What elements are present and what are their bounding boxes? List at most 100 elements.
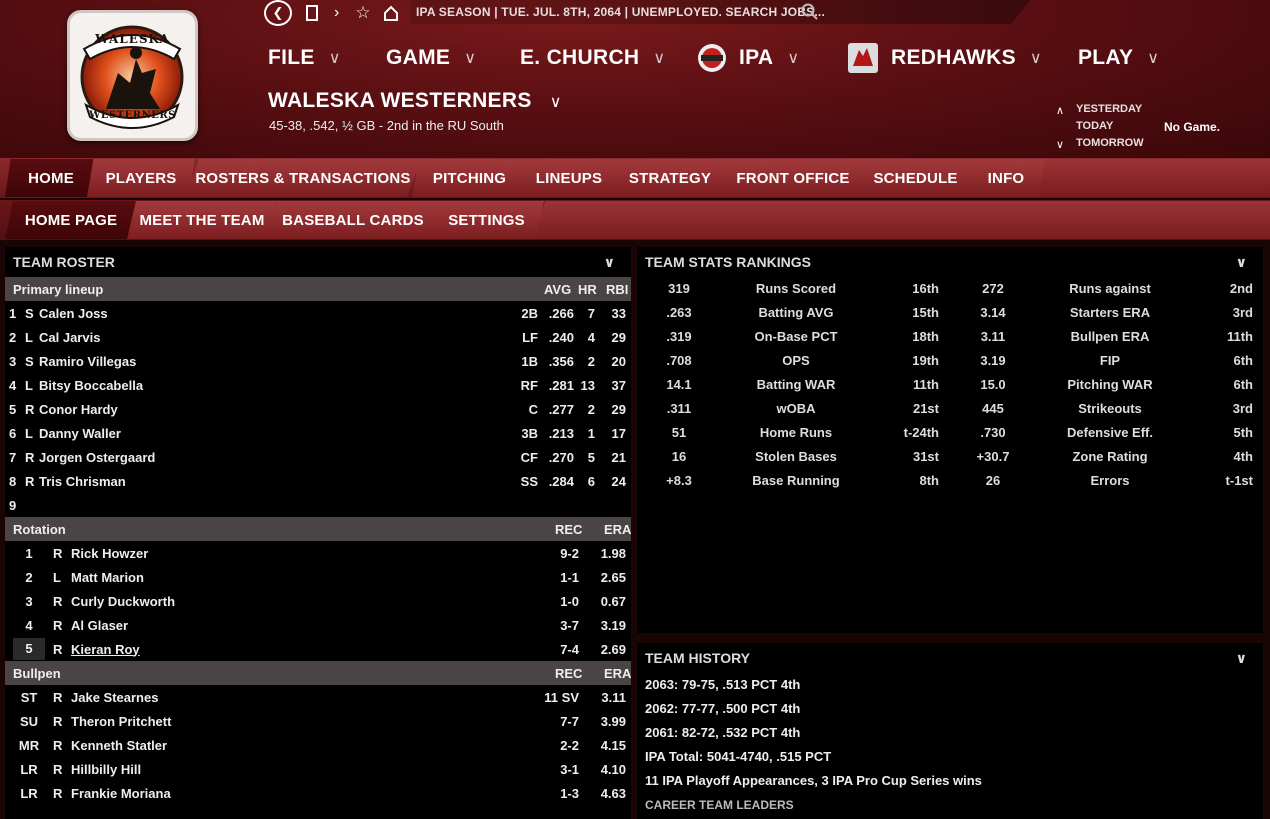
- pitching-stat-label[interactable]: Strikeouts: [1041, 401, 1179, 416]
- pitcher-name[interactable]: Kenneth Statler: [71, 738, 167, 753]
- offense-stat-label[interactable]: wOBA: [741, 401, 851, 416]
- team-title[interactable]: WALESKA WESTERNERS ∨: [268, 89, 562, 113]
- subtab-baseball-cards[interactable]: BASEBALL CARDS: [267, 201, 439, 239]
- pitching-stat-label[interactable]: Starters ERA: [1041, 305, 1179, 320]
- search-icon[interactable]: [801, 3, 819, 26]
- bullpen-row[interactable]: MR R Kenneth Statler 2-2 4.15: [5, 733, 631, 757]
- tab-rosters-transactions[interactable]: ROSTERS & TRANSACTIONS: [185, 159, 421, 197]
- pitcher-name[interactable]: Rick Howzer: [71, 546, 148, 561]
- tab-home[interactable]: HOME: [5, 159, 97, 197]
- bullpen-row[interactable]: LR R Hillbilly Hill 3-1 4.10: [5, 757, 631, 781]
- menu-redhawks[interactable]: REDHAWKS ∨: [847, 43, 1042, 73]
- pitcher-name[interactable]: Theron Pritchett: [71, 714, 171, 729]
- status-text[interactable]: IPA SEASON | TUE. JUL. 8TH, 2064 | UNEMP…: [416, 5, 825, 19]
- rotation-row[interactable]: 5 R Kieran Roy 7-4 2.69: [5, 637, 631, 661]
- rec-column-header[interactable]: REC: [555, 666, 582, 681]
- rotation-row[interactable]: 3 R Curly Duckworth 1-0 0.67: [5, 589, 631, 613]
- pitcher-name[interactable]: Kieran Roy: [71, 642, 140, 657]
- tab-players[interactable]: PLAYERS: [87, 159, 195, 197]
- player-name[interactable]: Cal Jarvis: [39, 330, 100, 345]
- rbi-column-header[interactable]: RBI: [606, 282, 628, 297]
- era-column-header[interactable]: ERA: [604, 522, 631, 537]
- pitcher-era: 3.19: [600, 617, 626, 633]
- offense-stat-label[interactable]: Batting AVG: [741, 305, 851, 320]
- lineup-row[interactable]: 7 R Jorgen Ostergaard CF .270 5 21: [5, 445, 631, 469]
- home-icon[interactable]: [383, 5, 399, 21]
- pitching-stat-label[interactable]: Zone Rating: [1041, 449, 1179, 464]
- pitching-stat-label[interactable]: Runs against: [1041, 281, 1179, 296]
- lineup-row[interactable]: 6 L Danny Waller 3B .213 1 17: [5, 421, 631, 445]
- pitcher-name[interactable]: Jake Stearnes: [71, 690, 158, 705]
- chevron-down-icon[interactable]: ∨: [604, 254, 615, 271]
- offense-stat-label[interactable]: On-Base PCT: [741, 329, 851, 344]
- chevron-up-icon[interactable]: ∧: [1056, 104, 1064, 117]
- menu-church[interactable]: E. CHURCH ∨: [520, 44, 665, 72]
- tab-pitching[interactable]: PITCHING: [412, 159, 527, 197]
- player-name[interactable]: Jorgen Ostergaard: [39, 450, 155, 465]
- tab-lineups[interactable]: LINEUPS: [517, 159, 621, 197]
- pitching-stat-label[interactable]: Errors: [1041, 473, 1179, 488]
- career-leaders-label[interactable]: CAREER TEAM LEADERS: [637, 793, 1263, 817]
- menu-ipa[interactable]: IPA ∨: [697, 44, 799, 72]
- lineup-row[interactable]: 9: [5, 493, 631, 517]
- avg-column-header[interactable]: AVG: [544, 282, 571, 297]
- rec-column-header[interactable]: REC: [555, 522, 582, 537]
- tomorrow-link[interactable]: TOMORROW: [1076, 137, 1144, 149]
- pitcher-name[interactable]: Al Glaser: [71, 618, 128, 633]
- lineup-row[interactable]: 5 R Conor Hardy C .277 2 29: [5, 397, 631, 421]
- player-name[interactable]: Danny Waller: [39, 426, 121, 441]
- tab-schedule[interactable]: SCHEDULE: [857, 159, 974, 197]
- forward-button[interactable]: ›: [334, 4, 339, 22]
- offense-stat-label[interactable]: Batting WAR: [741, 377, 851, 392]
- pitching-stat-label[interactable]: Bullpen ERA: [1041, 329, 1179, 344]
- era-column-header[interactable]: ERA: [604, 666, 631, 681]
- offense-stat-label[interactable]: Runs Scored: [741, 281, 851, 296]
- subtab-meet-the-team[interactable]: MEET THE TEAM: [127, 201, 277, 239]
- lineup-row[interactable]: 8 R Tris Chrisman SS .284 6 24: [5, 469, 631, 493]
- tab-front-office[interactable]: FRONT OFFICE: [719, 159, 867, 197]
- pitching-stat-label[interactable]: FIP: [1041, 353, 1179, 368]
- rotation-row[interactable]: 1 R Rick Howzer 9-2 1.98: [5, 541, 631, 565]
- player-name[interactable]: Calen Joss: [39, 306, 108, 321]
- bullpen-row[interactable]: ST R Jake Stearnes 11 SV 3.11: [5, 685, 631, 709]
- rotation-row[interactable]: 4 R Al Glaser 3-7 3.19: [5, 613, 631, 637]
- pitcher-name[interactable]: Hillbilly Hill: [71, 762, 141, 777]
- bullpen-row[interactable]: SU R Theron Pritchett 7-7 3.99: [5, 709, 631, 733]
- chevron-down-icon[interactable]: ∨: [1236, 650, 1247, 667]
- yesterday-link[interactable]: YESTERDAY: [1076, 103, 1142, 115]
- pitcher-name[interactable]: Curly Duckworth: [71, 594, 175, 609]
- menu-game[interactable]: GAME ∨: [386, 44, 476, 72]
- chevron-down-icon[interactable]: ∨: [1056, 138, 1064, 151]
- team-logo[interactable]: WALESKA WESTERNERS: [67, 10, 198, 141]
- today-link[interactable]: TODAY: [1076, 120, 1113, 132]
- pitcher-name[interactable]: Matt Marion: [71, 570, 144, 585]
- offense-stat-label[interactable]: Home Runs: [741, 425, 851, 440]
- hr-column-header[interactable]: HR: [578, 282, 597, 297]
- player-name[interactable]: Ramiro Villegas: [39, 354, 136, 369]
- back-button[interactable]: ❮: [264, 0, 292, 26]
- pitching-stat-label[interactable]: Defensive Eff.: [1041, 425, 1179, 440]
- player-name[interactable]: Bitsy Boccabella: [39, 378, 143, 393]
- lineup-row[interactable]: 4 L Bitsy Boccabella RF .281 13 37: [5, 373, 631, 397]
- subtab-home-page[interactable]: HOME PAGE: [5, 201, 137, 239]
- lineup-row[interactable]: 1 S Calen Joss 2B .266 7 33: [5, 301, 631, 325]
- offense-stat-label[interactable]: Stolen Bases: [741, 449, 851, 464]
- rotation-row[interactable]: 2 L Matt Marion 1-1 2.65: [5, 565, 631, 589]
- page-icon[interactable]: [306, 5, 318, 21]
- offense-stat-label[interactable]: OPS: [741, 353, 851, 368]
- lineup-row[interactable]: 3 S Ramiro Villegas 1B .356 2 20: [5, 349, 631, 373]
- subtab-settings[interactable]: SETTINGS: [429, 201, 544, 239]
- lineup-row[interactable]: 2 L Cal Jarvis LF .240 4 29: [5, 325, 631, 349]
- tab-strategy[interactable]: STRATEGY: [611, 159, 729, 197]
- offense-stat-label[interactable]: Base Running: [741, 473, 851, 488]
- bullpen-row[interactable]: LR R Frankie Moriana 1-3 4.63: [5, 781, 631, 805]
- menu-file[interactable]: FILE ∨: [268, 44, 341, 72]
- tab-info[interactable]: INFO: [964, 159, 1048, 197]
- pitcher-name[interactable]: Frankie Moriana: [71, 786, 171, 801]
- player-name[interactable]: Tris Chrisman: [39, 474, 126, 489]
- star-icon[interactable]: ☆: [355, 3, 370, 23]
- chevron-down-icon[interactable]: ∨: [1236, 254, 1247, 271]
- player-name[interactable]: Conor Hardy: [39, 402, 118, 417]
- pitching-stat-label[interactable]: Pitching WAR: [1041, 377, 1179, 392]
- menu-play[interactable]: PLAY ∨: [1078, 44, 1159, 72]
